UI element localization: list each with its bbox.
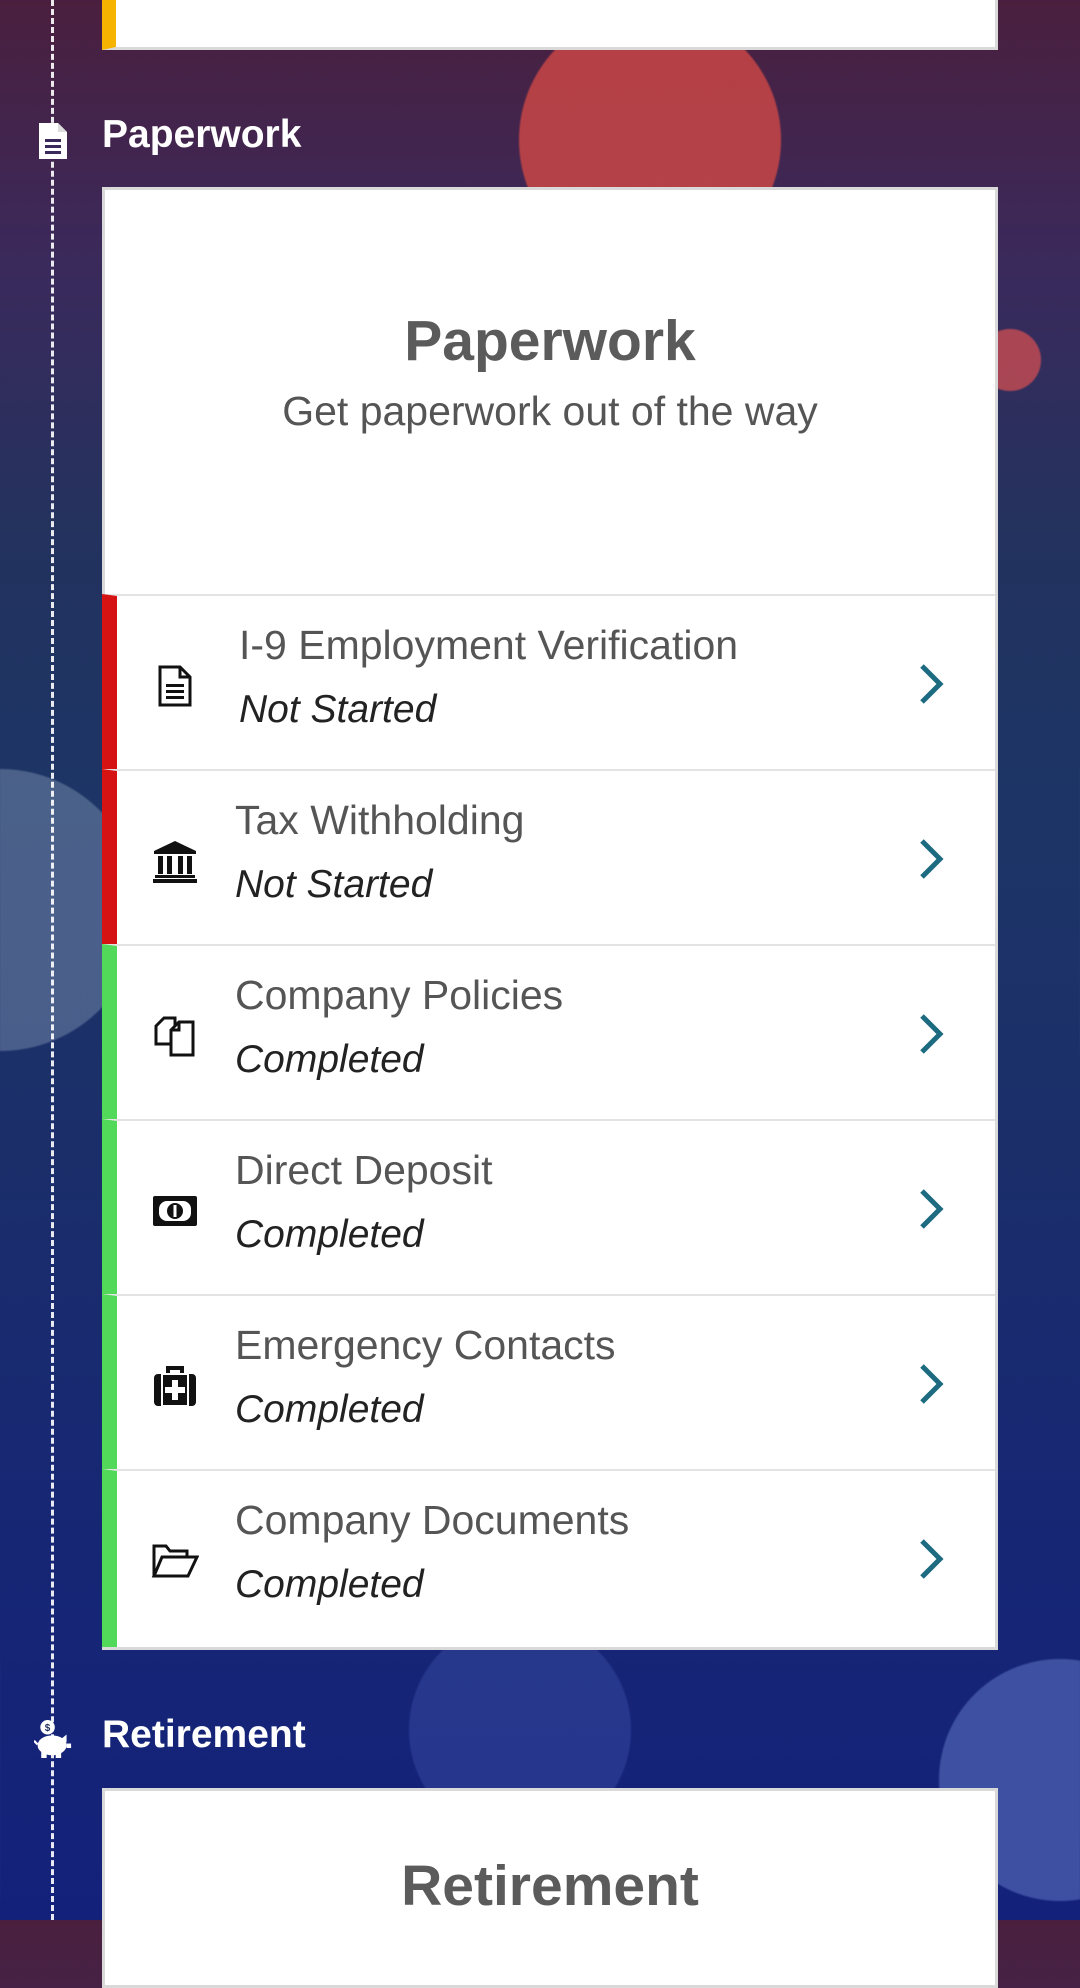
money-icon — [151, 1187, 199, 1235]
bank-icon — [151, 837, 199, 885]
task-title: Company Documents — [235, 1497, 630, 1543]
task-title: I-9 Employment Verification — [239, 622, 739, 668]
paperwork-card-title: Paperwork — [404, 309, 696, 373]
piggy-bank-icon: $ — [34, 1718, 72, 1760]
retirement-card: Retirement — [102, 1788, 998, 1988]
task-row-emergency-contacts[interactable]: Emergency Contacts Completed — [102, 1294, 995, 1469]
task-status: Not Started — [235, 863, 433, 906]
task-status: Completed — [235, 1563, 424, 1606]
section-label-retirement: Retirement — [102, 1713, 306, 1756]
task-title: Tax Withholding — [235, 797, 525, 843]
section-label-paperwork: Paperwork — [102, 113, 302, 156]
task-row-company-policies[interactable]: Company Policies Completed — [102, 944, 995, 1119]
previous-section-card[interactable] — [102, 0, 998, 50]
task-status: Completed — [235, 1038, 424, 1081]
chevron-right-icon[interactable] — [911, 658, 951, 710]
chevron-right-icon[interactable] — [911, 1008, 951, 1060]
task-row-i9[interactable]: I-9 Employment Verification Not Started — [102, 594, 995, 769]
timeline-line — [51, 0, 54, 1920]
copy-icon — [151, 1012, 199, 1060]
chevron-right-icon[interactable] — [911, 1533, 951, 1585]
task-row-company-documents[interactable]: Company Documents Completed — [102, 1469, 995, 1647]
paperwork-card-header: Paperwork Get paperwork out of the way — [105, 190, 995, 594]
retirement-card-title: Retirement — [401, 1854, 699, 1918]
task-status: Completed — [235, 1388, 424, 1431]
chevron-right-icon[interactable] — [911, 1358, 951, 1410]
task-title: Company Policies — [235, 972, 564, 1018]
chevron-right-icon[interactable] — [911, 1183, 951, 1235]
task-status: Completed — [235, 1213, 424, 1256]
document-icon — [151, 662, 199, 710]
medical-kit-icon — [151, 1362, 199, 1410]
document-icon — [34, 120, 72, 162]
task-status: Not Started — [239, 688, 437, 731]
svg-text:$: $ — [45, 1723, 51, 1734]
task-row-direct-deposit[interactable]: Direct Deposit Completed — [102, 1119, 995, 1294]
paperwork-card-subtitle: Get paperwork out of the way — [282, 388, 818, 434]
task-row-tax-withholding[interactable]: Tax Withholding Not Started — [102, 769, 995, 944]
paperwork-card: Paperwork Get paperwork out of the way I… — [102, 187, 998, 1650]
folder-open-icon — [151, 1537, 199, 1585]
task-title: Direct Deposit — [235, 1147, 493, 1193]
task-title: Emergency Contacts — [235, 1322, 616, 1368]
chevron-right-icon[interactable] — [911, 833, 951, 885]
